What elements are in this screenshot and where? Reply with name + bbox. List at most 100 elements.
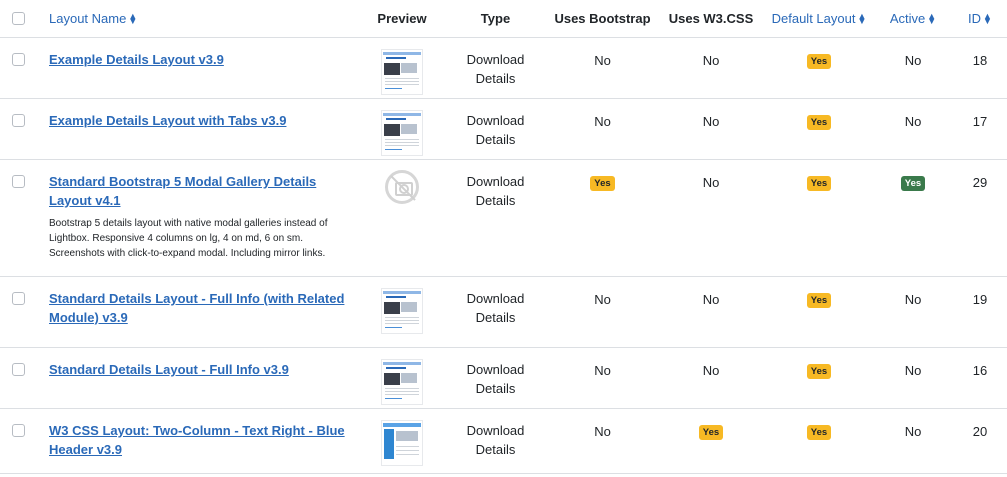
active-value: No [904,292,922,307]
table-row: Standard Details Layout - Full Info v3.9… [0,347,1007,409]
header-uses-bootstrap-label: Uses Bootstrap [554,11,651,26]
id-value: 17 [972,114,988,129]
table-row: Standard Details Layout - Full Info (wit… [0,276,1007,348]
table-row: W3 CSS Layout: Two-Column - Text Right -… [0,408,1007,474]
id-value: 20 [972,424,988,439]
type-line: Details [475,71,516,86]
type-line: Details [475,132,516,147]
id-cell: 16 [953,347,1007,409]
uses-bootstrap-value: No [594,292,611,307]
uses-w3css-value: No [702,53,720,68]
default-layout-yes-badge: Yes [806,115,832,130]
uses-w3css-cell: No [657,276,765,348]
type-value: Download Details [467,360,525,398]
uses-w3css-cell: No [657,159,765,277]
row-checkbox[interactable] [11,363,25,376]
header-uses-w3css: Uses W3.CSS [657,0,765,38]
layout-name-cell: Standard Details Layout - Full Info (wit… [36,276,361,348]
uses-w3css-cell: Yes [657,408,765,474]
default-layout-cell: Yes [765,408,873,474]
preview-thumbnail[interactable] [381,288,423,334]
row-checkbox[interactable] [11,292,25,305]
row-select-cell [0,37,36,99]
preview-thumbnail[interactable] [381,420,423,466]
row-checkbox[interactable] [11,53,25,66]
active-yes-badge: Yes [900,176,926,191]
active-cell: No [873,408,953,474]
preview-thumbnail[interactable] [381,359,423,405]
row-checkbox[interactable] [11,114,25,127]
type-line: Download [466,174,525,189]
preview-thumbnail[interactable] [381,110,423,156]
id-value: 16 [972,363,988,378]
type-line: Details [475,381,516,396]
header-active[interactable]: Active ▲ ▼ [873,0,953,38]
uses-bootstrap-value: No [594,424,611,439]
layout-name-cell: Standard Details Layout - Full Info v3.9 [36,347,361,409]
type-value: Download Details [467,289,525,327]
active-value: No [904,114,922,129]
active-cell: No [873,98,953,160]
type-line: Download [466,423,525,438]
uses-w3css-value: No [702,114,720,129]
default-layout-cell: Yes [765,276,873,348]
id-value: 29 [972,175,988,190]
type-cell: Download Details [443,347,548,409]
type-line: Details [475,442,516,457]
default-layout-yes-badge: Yes [806,425,832,440]
layout-name-cell: Example Details Layout with Tabs v3.9 [36,98,361,160]
default-layout-cell: Yes [765,347,873,409]
header-type: Type [443,0,548,38]
layout-name-link[interactable]: Standard Bootstrap 5 Modal Gallery Detai… [49,172,353,210]
header-id[interactable]: ID ▲ ▼ [953,0,1007,38]
default-layout-cell: Yes [765,98,873,160]
type-value: Download Details [467,172,525,210]
id-cell: 19 [953,276,1007,348]
table-row: Standard Bootstrap 5 Modal Gallery Detai… [0,159,1007,277]
type-cell: Download Details [443,159,548,277]
default-layout-cell: Yes [765,159,873,277]
id-cell: 17 [953,98,1007,160]
active-value: No [904,53,922,68]
sort-icon: ▲ ▼ [983,10,992,26]
no-image-icon[interactable] [385,170,419,204]
sort-icon: ▲ ▼ [128,10,138,26]
row-checkbox[interactable] [11,424,25,437]
table-row: Example Details Layout v3.9 Download Deta… [0,37,1007,99]
select-all-checkbox[interactable] [11,11,25,25]
row-select-cell [0,408,36,474]
header-default-layout-label: Default Layout [771,11,856,26]
header-preview: Preview [361,0,443,38]
layout-name-cell: W3 CSS Layout: Two-Column - Text Right -… [36,408,361,474]
type-cell: Download Details [443,37,548,99]
row-select-cell [0,347,36,409]
preview-cell [361,159,443,277]
preview-thumbnail[interactable] [381,49,423,95]
layout-name-link[interactable]: Example Details Layout v3.9 [49,50,224,69]
layout-name-link[interactable]: Standard Details Layout - Full Info (wit… [49,289,353,327]
uses-bootstrap-cell: No [548,347,657,409]
header-layout-name[interactable]: Layout Name ▲ ▼ [36,0,361,38]
table-header-row: Layout Name ▲ ▼ Preview Type Uses Bootstra… [0,0,1007,38]
id-cell: 29 [953,159,1007,277]
uses-bootstrap-cell: No [548,37,657,99]
uses-bootstrap-cell: No [548,408,657,474]
uses-bootstrap-cell: No [548,276,657,348]
preview-cell [361,276,443,348]
type-line: Details [475,310,516,325]
type-value: Download Details [467,50,525,88]
row-select-cell [0,159,36,277]
layout-name-link[interactable]: W3 CSS Layout: Two-Column - Text Right -… [49,421,353,459]
active-cell: No [873,37,953,99]
layout-name-link[interactable]: Standard Details Layout - Full Info v3.9 [49,360,289,379]
header-preview-label: Preview [377,11,427,26]
default-layout-yes-badge: Yes [806,293,832,308]
row-checkbox[interactable] [11,175,25,188]
uses-w3css-yes-badge: Yes [698,425,724,440]
header-type-label: Type [480,11,511,26]
row-select-cell [0,98,36,160]
type-cell: Download Details [443,98,548,160]
header-default-layout[interactable]: Default Layout ▲ ▼ [765,0,873,38]
type-value: Download Details [467,111,525,149]
layout-name-link[interactable]: Example Details Layout with Tabs v3.9 [49,111,286,130]
